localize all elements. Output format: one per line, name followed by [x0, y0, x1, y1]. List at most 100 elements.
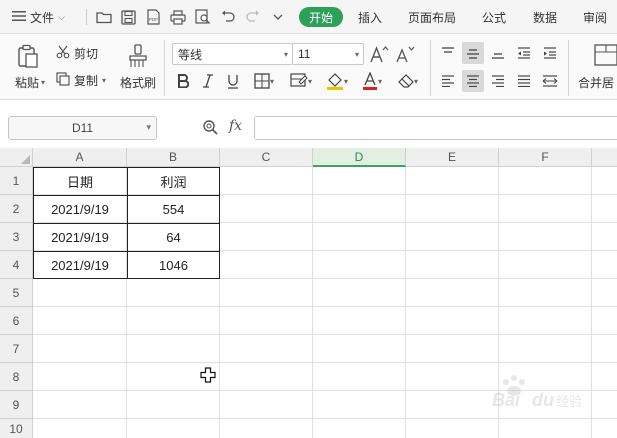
cell-style-icon[interactable]: ▾ [286, 71, 316, 91]
select-all-corner[interactable] [0, 148, 33, 167]
formula-bar: D11 ▾ fx [0, 110, 617, 140]
merge-center-button[interactable]: 合并居 [578, 74, 617, 90]
svg-text:经验: 经验 [556, 394, 582, 410]
align-middle-icon[interactable] [462, 42, 484, 64]
cell-a2[interactable]: 2021/9/19 [33, 195, 127, 223]
svg-text:PDF: PDF [149, 17, 158, 22]
chevron-down-icon: ⌵ [58, 11, 65, 22]
chevron-down-icon: ▾ [343, 76, 348, 86]
redo-icon[interactable] [243, 0, 263, 34]
gridline [33, 362, 617, 363]
row-header-10[interactable]: 10 [0, 419, 33, 438]
column-header-a[interactable]: A [33, 148, 127, 167]
column-header-c[interactable]: C [220, 148, 313, 167]
print-icon[interactable] [168, 0, 188, 34]
row-label: 6 [12, 313, 20, 328]
customize-toolbar-chevron-icon[interactable] [268, 0, 288, 34]
fill-color-icon[interactable]: ▾ [322, 70, 352, 92]
row-header-7[interactable]: 7 [0, 335, 33, 363]
eraser-icon[interactable]: ▾ [394, 71, 422, 91]
row-header-4[interactable]: 4 [0, 251, 33, 279]
copy-button[interactable]: 复制 ▾ [56, 71, 114, 89]
increase-font-size-icon[interactable] [369, 43, 389, 65]
font-color-icon[interactable]: ▾ [358, 70, 386, 92]
insert-function-button[interactable]: fx [229, 118, 242, 134]
pdf-export-icon[interactable]: PDF [143, 0, 163, 34]
decrease-font-size-icon[interactable] [395, 43, 415, 65]
cell-a1[interactable]: 日期 [33, 167, 127, 195]
tab-data[interactable]: 数据 [533, 0, 557, 34]
underline-icon[interactable] [224, 71, 242, 91]
column-header-b[interactable]: B [127, 148, 220, 167]
align-right-icon[interactable] [488, 71, 508, 91]
svg-text:du: du [532, 390, 554, 410]
row-header-3[interactable]: 3 [0, 223, 33, 251]
name-box[interactable]: D11 ▾ [8, 116, 157, 140]
column-header-e[interactable]: E [406, 148, 499, 167]
chevron-down-icon: ▾ [102, 75, 107, 85]
font-size-select[interactable]: 11 ▾ [292, 43, 364, 65]
align-left-icon[interactable] [438, 71, 458, 91]
cell-b3[interactable]: 64 [127, 223, 220, 251]
cell-b1[interactable]: 利润 [127, 167, 220, 195]
borders-icon[interactable]: ▾ [250, 71, 278, 91]
tab-insert-label: 插入 [358, 10, 383, 25]
column-label: E [447, 150, 456, 164]
increase-indent-icon[interactable] [540, 43, 560, 63]
tab-formulas[interactable]: 公式 [482, 0, 506, 34]
merge-center-label: 合并居 [578, 75, 615, 90]
tab-review[interactable]: 审阅 [583, 0, 607, 34]
formula-input[interactable] [254, 116, 617, 140]
row-header-2[interactable]: 2 [0, 195, 33, 223]
row-header-1[interactable]: 1 [0, 167, 33, 195]
tab-page-layout[interactable]: 页面布局 [408, 0, 456, 34]
column-label: A [75, 150, 84, 164]
bold-icon[interactable] [174, 71, 192, 91]
distributed-align-icon[interactable] [540, 71, 560, 91]
justify-icon[interactable] [514, 71, 534, 91]
open-folder-icon[interactable] [94, 0, 114, 34]
cell-a4[interactable]: 2021/9/19 [33, 251, 127, 279]
format-painter-icon[interactable] [125, 42, 151, 70]
decrease-indent-icon[interactable] [514, 43, 534, 63]
zoom-search-icon[interactable] [202, 119, 218, 138]
spreadsheet-grid[interactable]: A B C D E F 1 2 3 4 5 6 7 8 9 10 日期 利润 2… [0, 148, 617, 438]
font-name-select[interactable]: 等线 ▾ [172, 43, 293, 65]
align-top-icon[interactable] [438, 43, 458, 63]
toolbar-separator [86, 9, 87, 25]
undo-icon[interactable] [218, 0, 238, 34]
scissors-icon [56, 45, 70, 62]
row-header-8[interactable]: 8 [0, 363, 33, 391]
tab-insert[interactable]: 插入 [358, 0, 382, 34]
column-header-d[interactable]: D [313, 148, 406, 167]
row-label: 2 [12, 201, 20, 216]
cell-b4[interactable]: 1046 [127, 251, 220, 279]
save-icon[interactable] [118, 0, 138, 34]
copy-label: 复制 [74, 73, 99, 88]
column-header-g[interactable] [592, 148, 617, 167]
print-preview-icon[interactable] [193, 0, 213, 34]
cell-b2[interactable]: 554 [127, 195, 220, 223]
paste-label: 粘贴 [14, 75, 39, 90]
cell-value: 2021/9/19 [51, 229, 109, 245]
paste-icon[interactable] [14, 42, 42, 70]
cell-a3[interactable]: 2021/9/19 [33, 223, 127, 251]
tab-home[interactable]: 开始 [299, 7, 344, 27]
merge-cells-icon[interactable] [593, 43, 617, 67]
column-header-f[interactable]: F [499, 148, 592, 167]
chevron-down-icon: ▾ [354, 49, 359, 59]
paste-button[interactable]: 粘贴 ▾ [10, 74, 50, 90]
file-menu[interactable]: 文件 ⌵ [12, 0, 65, 34]
gridline [405, 167, 406, 438]
svg-text:Bai: Bai [492, 390, 521, 410]
tab-data-label: 数据 [533, 10, 558, 25]
row-header-5[interactable]: 5 [0, 279, 33, 307]
align-center-icon[interactable] [462, 70, 484, 92]
align-bottom-icon[interactable] [488, 43, 508, 63]
column-label: B [168, 150, 177, 164]
row-header-6[interactable]: 6 [0, 307, 33, 335]
italic-icon[interactable] [199, 71, 217, 91]
format-painter-button[interactable]: 格式刷 [116, 74, 160, 90]
cut-button[interactable]: 剪切 [56, 44, 106, 62]
row-header-9[interactable]: 9 [0, 391, 33, 419]
